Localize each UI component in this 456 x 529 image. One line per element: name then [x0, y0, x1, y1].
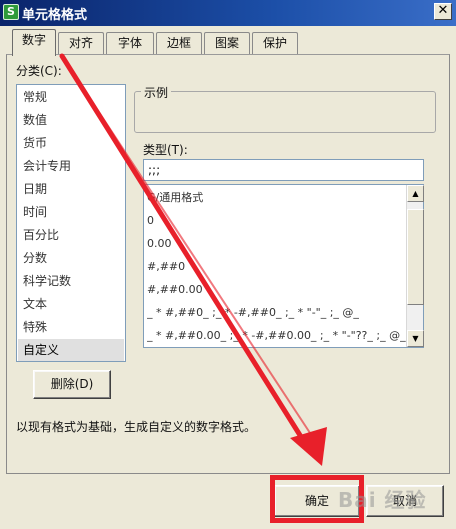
format-item[interactable]: 0 — [147, 209, 407, 232]
category-item-scientific[interactable]: 科学记数 — [18, 270, 124, 292]
sample-group — [134, 91, 436, 133]
category-item-date[interactable]: 日期 — [18, 178, 124, 200]
category-item-fraction[interactable]: 分数 — [18, 247, 124, 269]
scroll-thumb[interactable] — [407, 209, 424, 305]
format-list[interactable]: G/通用格式 0 0.00 #,##0 #,##0.00 _ * #,##0_ … — [143, 184, 424, 348]
category-label: 分类(C): — [16, 64, 62, 78]
scroll-down-icon[interactable]: ▼ — [407, 330, 424, 347]
type-input[interactable]: ;;; — [143, 159, 424, 181]
format-item[interactable]: #,##0.00 — [147, 278, 407, 301]
sample-label: 示例 — [141, 84, 172, 101]
window-title: 单元格格式 — [22, 8, 88, 23]
title-bar: S 单元格格式 ✕ — [0, 0, 456, 26]
tab-alignment[interactable]: 对齐 — [58, 32, 104, 54]
delete-button[interactable]: 删除(D) — [33, 370, 111, 399]
category-item-time[interactable]: 时间 — [18, 201, 124, 223]
tab-font[interactable]: 字体 — [106, 32, 154, 54]
tab-number[interactable]: 数字 — [12, 29, 56, 56]
format-item[interactable]: #,##0 — [147, 255, 407, 278]
watermark: Bai 经验 — [338, 488, 427, 512]
tab-border[interactable]: 边框 — [156, 32, 202, 54]
description-text: 以现有格式为基础，生成自定义的数字格式。 — [16, 420, 257, 434]
format-item[interactable]: 0.00 — [147, 232, 407, 255]
format-list-scrollbar[interactable]: ▲ ▼ — [406, 185, 424, 347]
category-item-currency[interactable]: 货币 — [18, 132, 124, 154]
category-list[interactable]: 常规 数值 货币 会计专用 日期 时间 百分比 分数 科学记数 文本 特殊 自定… — [16, 84, 126, 362]
type-label: 类型(T): — [143, 143, 188, 157]
category-item-percentage[interactable]: 百分比 — [18, 224, 124, 246]
category-item-special[interactable]: 特殊 — [18, 316, 124, 338]
category-item-number[interactable]: 数值 — [18, 109, 124, 131]
format-item[interactable]: _ * #,##0.00_ ;_ * -#,##0.00_ ;_ * "-"??… — [147, 324, 407, 347]
category-item-custom[interactable]: 自定义 — [18, 339, 124, 361]
tab-pattern[interactable]: 图案 — [204, 32, 250, 54]
category-item-text[interactable]: 文本 — [18, 293, 124, 315]
app-icon: S — [3, 4, 19, 20]
category-item-accounting[interactable]: 会计专用 — [18, 155, 124, 177]
scroll-up-icon[interactable]: ▲ — [407, 185, 424, 202]
format-item[interactable]: G/通用格式 — [147, 186, 407, 209]
tab-protection[interactable]: 保护 — [252, 32, 298, 54]
category-item-general[interactable]: 常规 — [18, 86, 124, 108]
format-item[interactable]: _ * #,##0_ ;_ * -#,##0_ ;_ * "-"_ ;_ @_ — [147, 301, 407, 324]
close-button[interactable]: ✕ — [434, 3, 452, 20]
